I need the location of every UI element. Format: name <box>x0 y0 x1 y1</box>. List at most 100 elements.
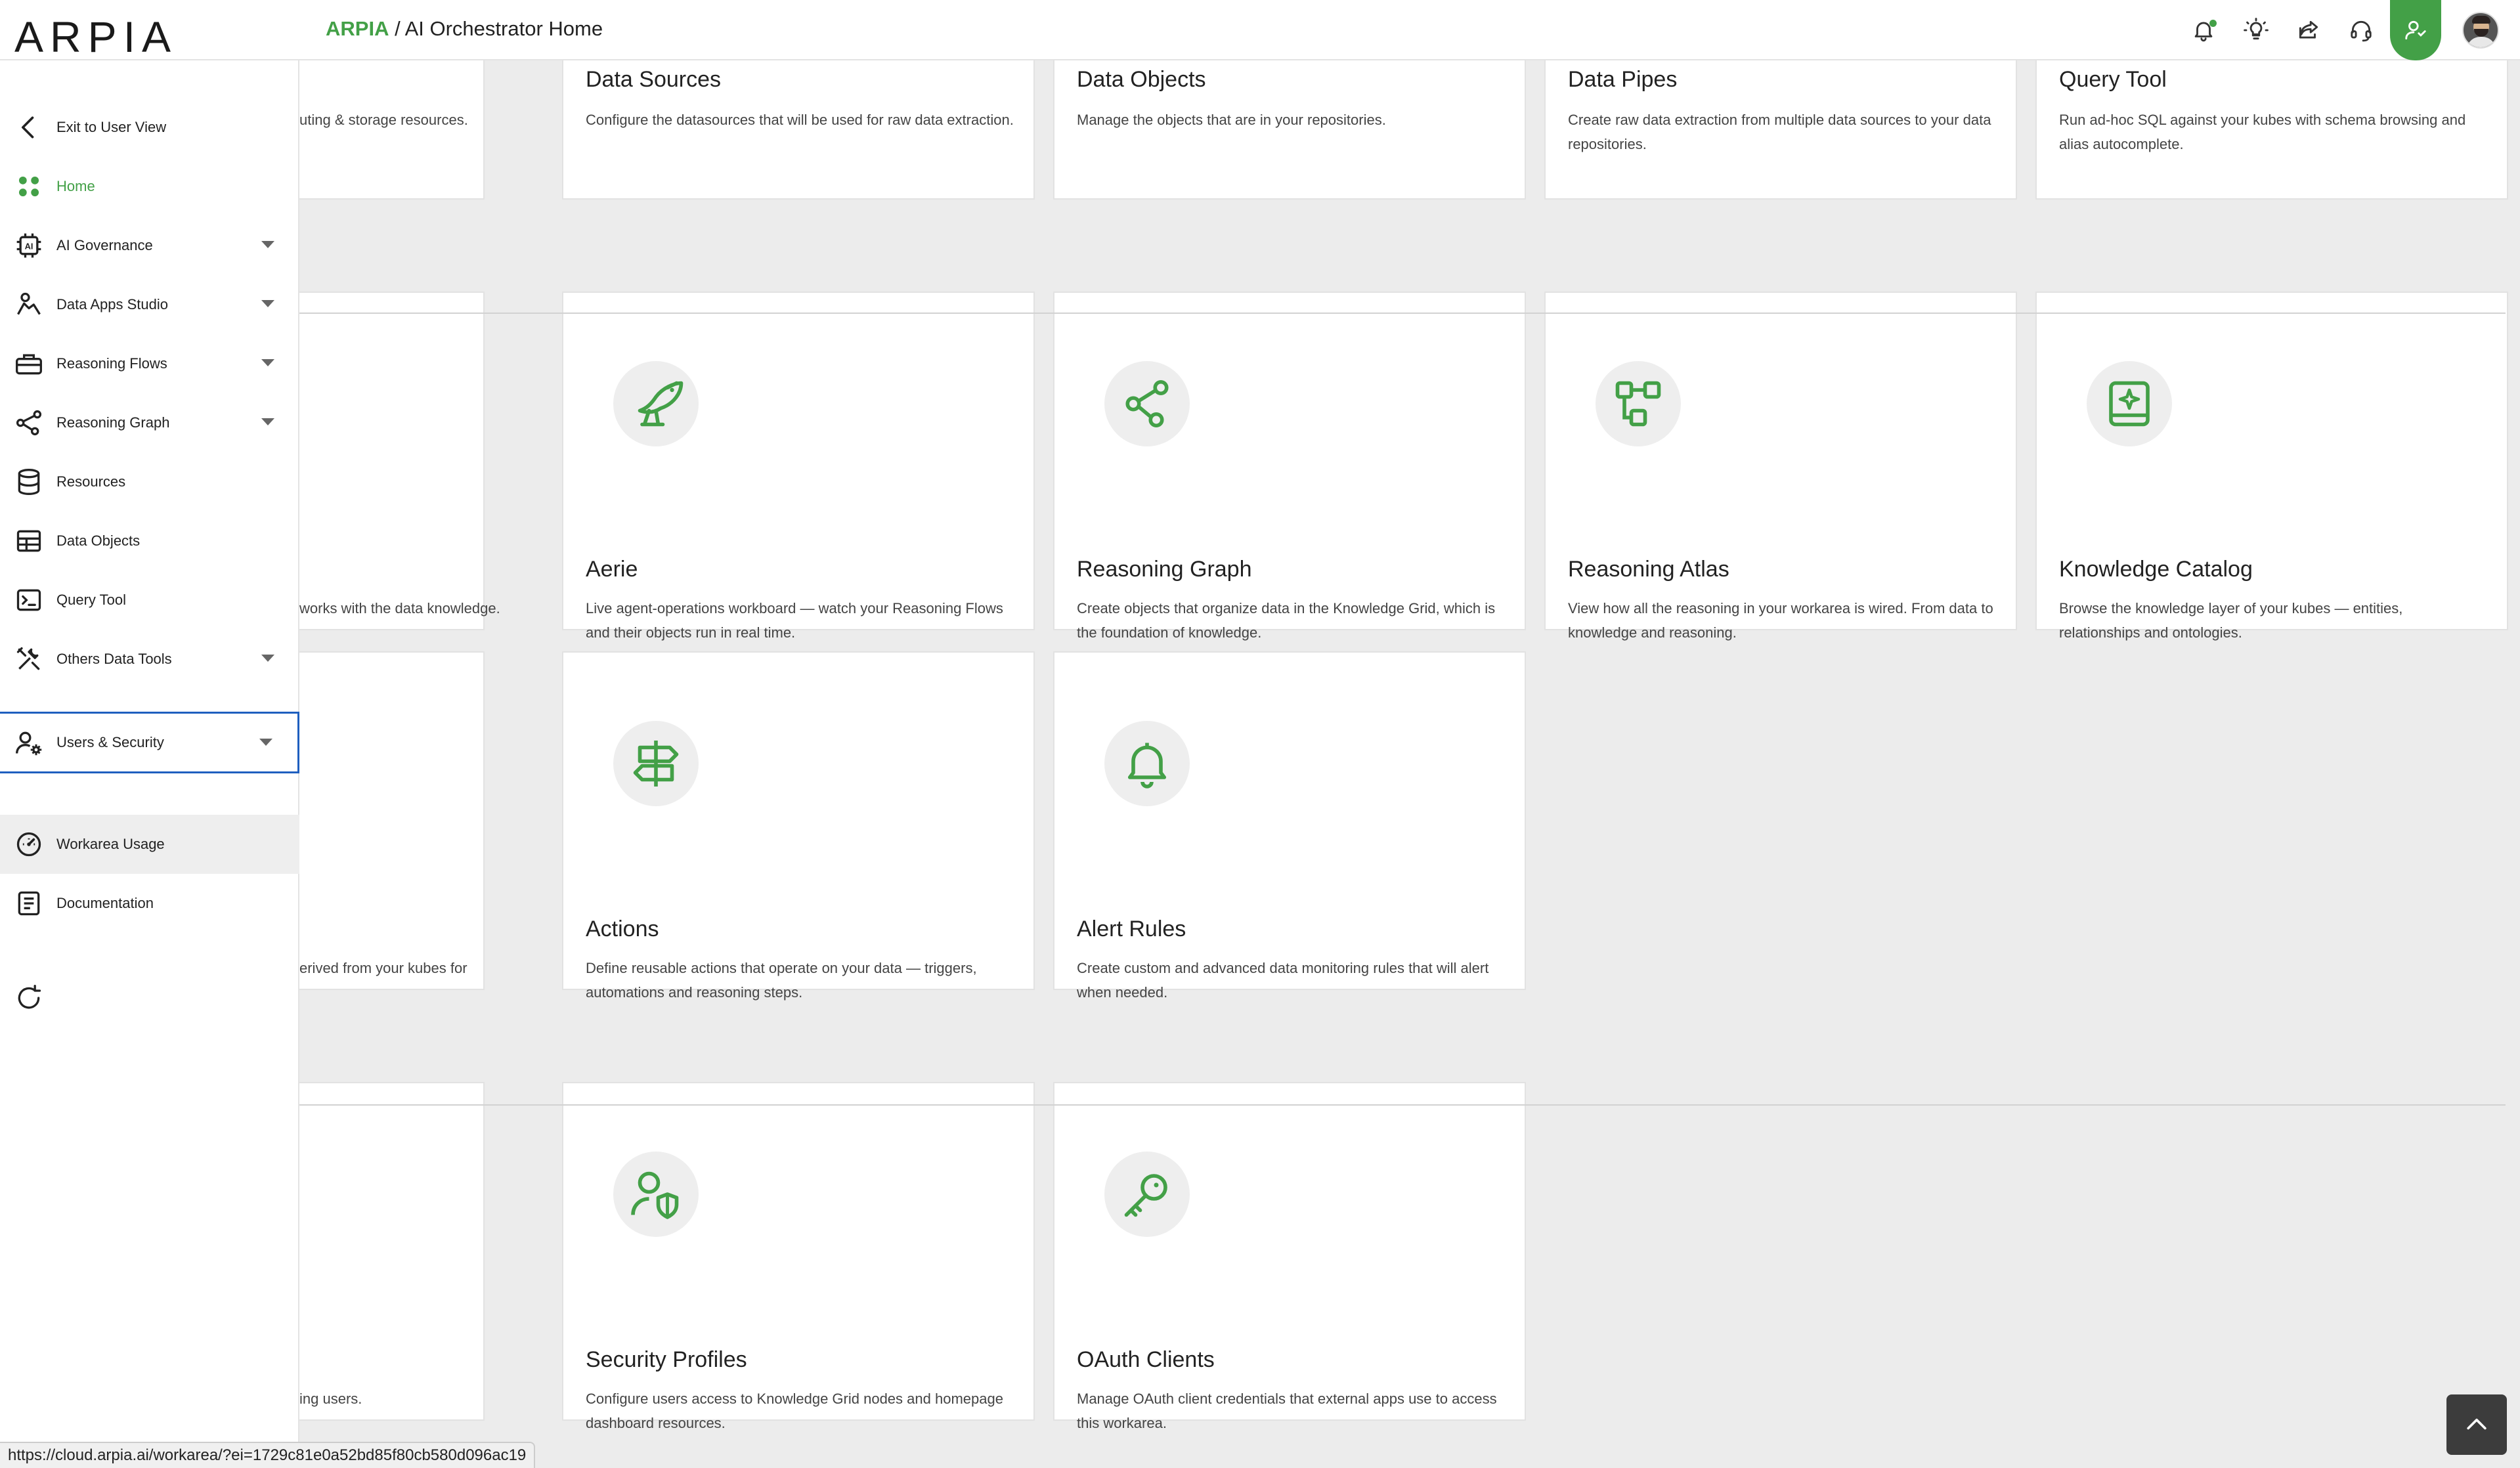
card-title: Data Sources <box>586 67 721 92</box>
sidebar-item-workarea-usage[interactable]: Workarea Usage <box>0 815 299 874</box>
card-data-objects[interactable]: Data Objects Manage the objects that are … <box>1053 59 1526 200</box>
chevron-down-icon[interactable] <box>261 359 274 366</box>
card-description: ing users. <box>299 1391 362 1407</box>
page-title: AI Orchestrator Home <box>404 17 603 40</box>
card-partial[interactable]: ing users. <box>298 1082 485 1421</box>
tools-icon <box>13 643 45 675</box>
database-icon <box>13 466 45 498</box>
avatar[interactable] <box>2462 12 2499 49</box>
notifications-button[interactable] <box>2177 0 2230 60</box>
card-title: Reasoning Atlas <box>1568 557 1729 582</box>
card-oauth-clients[interactable]: OAuth Clients Manage OAuth client credent… <box>1053 1082 1526 1431</box>
share-button[interactable] <box>2282 0 2335 60</box>
main-content: uting & storage resources. Data Sources Co… <box>298 59 2520 1468</box>
sidebar-item-label: Reasoning Graph <box>56 414 170 431</box>
sidebar-item-resources[interactable]: Resources <box>0 452 299 511</box>
card-title: Data Objects <box>1077 67 1206 92</box>
sidebar-item-query-tool[interactable]: Query Tool <box>0 571 299 630</box>
card-reasoning-graph[interactable]: Reasoning Graph Create objects that organ… <box>1053 291 1526 641</box>
card-title: Security Profiles <box>586 1347 747 1372</box>
user-gear-icon <box>13 727 45 758</box>
card-description: Manage OAuth client credentials that ext… <box>1077 1391 1497 1431</box>
card-description: erived from your kubes for <box>299 960 467 976</box>
section-divider <box>299 1104 2506 1106</box>
graph-icon <box>13 407 45 439</box>
ai-chip-icon: AI <box>13 230 45 261</box>
card-security-profiles[interactable]: Security Profiles Configure users access … <box>562 1082 1035 1431</box>
card-partial[interactable]: works with the data knowledge. <box>298 291 500 630</box>
home-grid-icon <box>13 171 45 202</box>
card-reasoning-atlas[interactable]: Reasoning Atlas View how all the reasonin… <box>1544 291 2017 641</box>
card-description: Define reusable actions that operate on … <box>586 960 977 1001</box>
scroll-to-top-button[interactable] <box>2446 1394 2507 1455</box>
sidebar-item-exit-to-user-view[interactable]: Exit to User View <box>0 98 299 157</box>
card-aerie[interactable]: Aerie Live agent-operations workboard — w… <box>562 291 1035 641</box>
sidebar-item-label: Query Tool <box>56 592 126 608</box>
sidebar-item-label: Resources <box>56 473 126 490</box>
chevron-up-icon <box>2467 1418 2487 1430</box>
card-description: Browse the knowledge layer of your kubes… <box>2059 600 2403 641</box>
admin-view-button[interactable] <box>2390 0 2441 60</box>
card-alert-rules[interactable]: Alert Rules Create custom and advanced da… <box>1053 651 1526 1001</box>
gauge-icon <box>13 829 45 860</box>
chevron-down-icon[interactable] <box>261 241 274 248</box>
card-title: OAuth Clients <box>1077 1347 1215 1372</box>
sidebar-item-reasoning-graph[interactable]: Reasoning Graph <box>0 393 299 452</box>
chevron-down-icon[interactable] <box>259 739 272 746</box>
sidebar-item-documentation[interactable]: Documentation <box>0 874 299 933</box>
sidebar-item-reasoning-flows[interactable]: Reasoning Flows <box>0 334 299 393</box>
card-description: Create objects that organize data in the… <box>1077 600 1496 641</box>
sidebar-item-users-security[interactable]: Users & Security <box>0 712 299 773</box>
share-icon <box>2299 20 2318 39</box>
sidebar-item-label: Home <box>56 178 95 194</box>
sidebar-item-label: Data Objects <box>56 532 141 549</box>
breadcrumb-separator: / <box>389 17 405 40</box>
sidebar-item-ai-governance[interactable]: AI AI Governance <box>0 216 299 275</box>
card-description: Live agent-operations workboard — watch … <box>586 600 1003 641</box>
table-icon <box>13 525 45 557</box>
card-description: Create raw data extraction from multiple… <box>1568 112 1991 152</box>
sidebar-item-others-data-tools[interactable]: Others Data Tools <box>0 630 299 689</box>
chevron-down-icon[interactable] <box>261 418 274 425</box>
link-status-url: https://cloud.arpia.ai/workarea/?ei=1729… <box>0 1442 536 1468</box>
chevron-down-icon[interactable] <box>261 300 274 307</box>
card-query-tool[interactable]: Query Tool Run ad-hoc SQL against your ku… <box>2035 59 2508 200</box>
refresh-button[interactable] <box>0 968 299 1027</box>
chevron-left-icon <box>13 112 45 143</box>
card-title: Knowledge Catalog <box>2059 557 2253 582</box>
sidebar-item-data-objects[interactable]: Data Objects <box>0 511 299 571</box>
sidebar: Exit to User View Home AI AI Governance Data… <box>0 60 299 1468</box>
sidebar-item-label: Others Data Tools <box>56 651 172 667</box>
data-apps-icon <box>13 289 45 320</box>
card-data-pipes[interactable]: Data Pipes Create raw data extraction fro… <box>1544 59 2017 200</box>
refresh-icon <box>13 982 45 1014</box>
card-actions[interactable]: Actions Define reusable actions that oper… <box>562 651 1035 1001</box>
card-description: uting & storage resources. <box>299 112 468 128</box>
card-data-sources[interactable]: Data Sources Configure the datasources th… <box>562 59 1035 200</box>
bell-icon <box>1104 721 1190 806</box>
breadcrumb-brand[interactable]: ARPIA <box>326 17 389 40</box>
sparkle-book-icon <box>2087 361 2172 446</box>
card-knowledge-catalog[interactable]: Knowledge Catalog Browse the knowledge la… <box>2035 291 2508 641</box>
sidebar-item-label: Workarea Usage <box>56 836 165 852</box>
card-description: View how all the reasoning in your worka… <box>1568 600 1993 641</box>
card-partial[interactable]: erived from your kubes for <box>298 651 485 990</box>
chevron-down-icon[interactable] <box>261 655 274 662</box>
breadcrumb: ARPIA / AI Orchestrator Home <box>326 17 603 41</box>
card-description: works with the data knowledge. <box>299 600 500 616</box>
card-partial[interactable]: uting & storage resources. <box>298 59 485 200</box>
ideas-button[interactable] <box>2230 0 2282 60</box>
bird-icon <box>613 361 699 446</box>
document-icon <box>13 888 45 919</box>
card-title: Query Tool <box>2059 67 2167 92</box>
flow-boxes-icon <box>1596 361 1681 446</box>
card-description: Manage the objects that are in your repo… <box>1077 112 1386 128</box>
sidebar-item-home[interactable]: Home <box>0 157 299 216</box>
card-title: Alert Rules <box>1077 917 1186 941</box>
user-admin-icon <box>2405 20 2426 40</box>
sidebar-item-data-apps-studio[interactable]: Data Apps Studio <box>0 275 299 334</box>
sidebar-item-label: Users & Security <box>56 734 164 750</box>
support-button[interactable] <box>2335 0 2387 60</box>
arpia-logo[interactable]: ARPIA <box>14 12 177 62</box>
toolbox-icon <box>13 348 45 379</box>
